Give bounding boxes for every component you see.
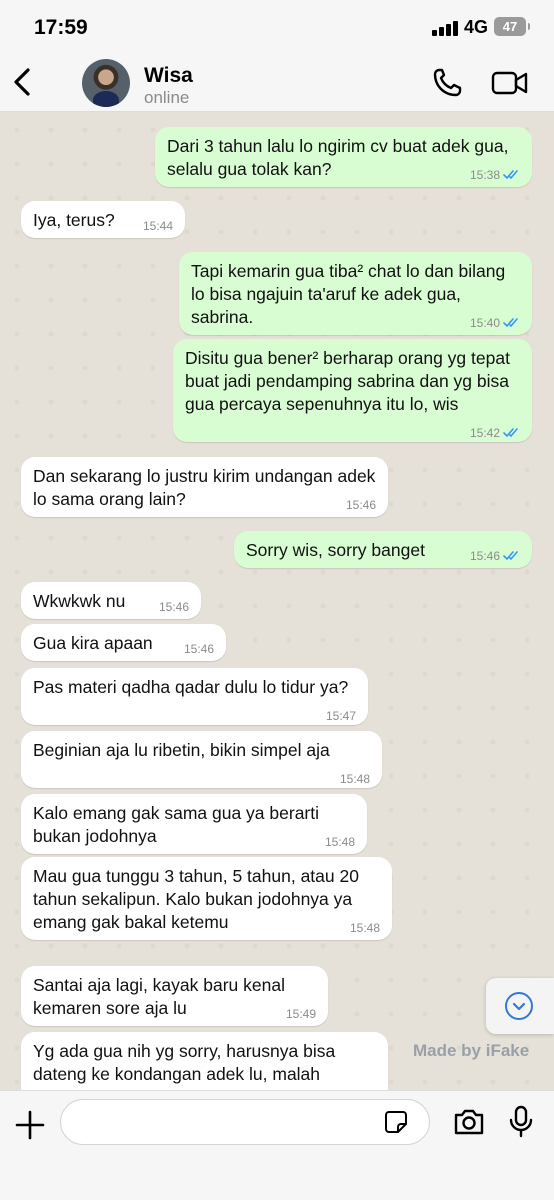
message-bubble[interactable]: Gua kira apaan 15:46 (21, 624, 226, 661)
message-time: 15:48 (349, 921, 380, 935)
chat-area[interactable]: Dari 3 tahun lalu lo ngirim cv buat adek… (0, 113, 554, 1090)
message-bubble[interactable]: Pas materi qadha qadar dulu lo tidur ya?… (21, 668, 368, 725)
watermark: Made by iFake (413, 1041, 530, 1060)
message-input[interactable] (60, 1099, 430, 1145)
camera-icon (454, 1109, 484, 1135)
message-text: Gua kira apaan (33, 633, 153, 653)
message-bubble[interactable]: Tapi kemarin gua tiba² chat lo dan bilan… (179, 252, 532, 335)
message-bubble[interactable]: Yg ada gua nih yg sorry, harusnya bisa d… (21, 1032, 388, 1090)
message-text: Santai aja lagi, kayak baru kenal kemare… (33, 975, 285, 1018)
camera-button[interactable] (452, 1107, 486, 1137)
message-text: Beginian aja lu ribetin, bikin simpel aj… (33, 740, 330, 760)
message-time: 15:46 (158, 600, 189, 614)
video-camera-icon (491, 71, 528, 95)
message-text: Disitu gua bener² berharap orang yg tepa… (185, 348, 510, 414)
message-text: Wkwkwk nu (33, 591, 126, 611)
microphone-icon (509, 1105, 533, 1138)
video-call-button[interactable] (490, 68, 530, 98)
message-bubble[interactable]: Kalo emang gak sama gua ya berarti bukan… (21, 794, 367, 854)
message-text: Yg ada gua nih yg sorry, harusnya bisa d… (33, 1041, 336, 1084)
message-time: 15:47 (325, 709, 356, 723)
chat-header: Wisa online (0, 54, 554, 112)
phone-icon (433, 68, 462, 97)
voice-note-button[interactable] (508, 1105, 534, 1139)
back-chevron-icon (14, 68, 30, 96)
message-time: 15:44 (142, 219, 173, 233)
network-label: 4G (464, 17, 489, 37)
double-check-icon (503, 428, 518, 438)
message-text: Mau gua tunggu 3 tahun, 5 tahun, atau 20… (33, 866, 359, 932)
message-bubble[interactable]: Wkwkwk nu 15:46 (21, 582, 201, 619)
message-text: Dan sekarang lo justru kirim undangan ad… (33, 466, 376, 509)
double-check-icon (503, 318, 518, 328)
sticker-icon (385, 1111, 407, 1133)
message-text: Tapi kemarin gua tiba² chat lo dan bilan… (191, 261, 506, 327)
message-time: 15:48 (339, 772, 370, 786)
avatar[interactable] (82, 59, 130, 107)
voice-call-button[interactable] (430, 66, 466, 100)
message-text: Sorry wis, sorry banget (246, 540, 425, 560)
message-bubble[interactable]: Dari 3 tahun lalu lo ngirim cv buat adek… (155, 127, 532, 187)
sticker-button[interactable] (384, 1110, 408, 1134)
chevron-down-icon (505, 992, 533, 1020)
status-time: 17:59 (34, 16, 88, 39)
message-time: 15:46 (345, 498, 376, 512)
contact-status: online (144, 88, 190, 107)
message-bubble[interactable]: Dan sekarang lo justru kirim undangan ad… (21, 457, 388, 517)
contact-name[interactable]: Wisa (144, 64, 193, 88)
composer-bar (0, 1090, 554, 1200)
message-time: 15:49 (285, 1007, 316, 1021)
signal-icon (432, 20, 458, 36)
status-bar: 17:59 4G 47 (0, 0, 554, 54)
message-time: 15:46 (183, 642, 214, 656)
message-time: 15:42 (469, 426, 500, 440)
message-text: Dari 3 tahun lalu lo ngirim cv buat adek… (167, 136, 509, 179)
message-time: 15:40 (469, 316, 500, 330)
back-button[interactable] (8, 62, 40, 102)
message-bubble[interactable]: Iya, terus? 15:44 (21, 201, 185, 238)
message-bubble[interactable]: Sorry wis, sorry banget 15:46 (234, 531, 532, 568)
scroll-to-bottom-button[interactable] (486, 978, 554, 1034)
message-text: Kalo emang gak sama gua ya berarti bukan… (33, 803, 319, 846)
message-time: 15:46 (469, 549, 500, 563)
message-time: 15:48 (324, 835, 355, 849)
message-bubble[interactable]: Mau gua tunggu 3 tahun, 5 tahun, atau 20… (21, 857, 392, 940)
message-text: Pas materi qadha qadar dulu lo tidur ya? (33, 677, 349, 697)
double-check-icon (503, 551, 518, 561)
message-bubble[interactable]: Disitu gua bener² berharap orang yg tepa… (173, 339, 532, 442)
plus-icon (15, 1110, 45, 1140)
message-text: Iya, terus? (33, 210, 115, 230)
message-bubble[interactable]: Santai aja lagi, kayak baru kenal kemare… (21, 966, 328, 1026)
message-bubble[interactable]: Beginian aja lu ribetin, bikin simpel aj… (21, 731, 382, 788)
double-check-icon (503, 170, 518, 180)
message-time: 15:38 (469, 168, 500, 182)
attach-button[interactable] (14, 1109, 46, 1141)
battery-icon: 47 (494, 17, 530, 36)
